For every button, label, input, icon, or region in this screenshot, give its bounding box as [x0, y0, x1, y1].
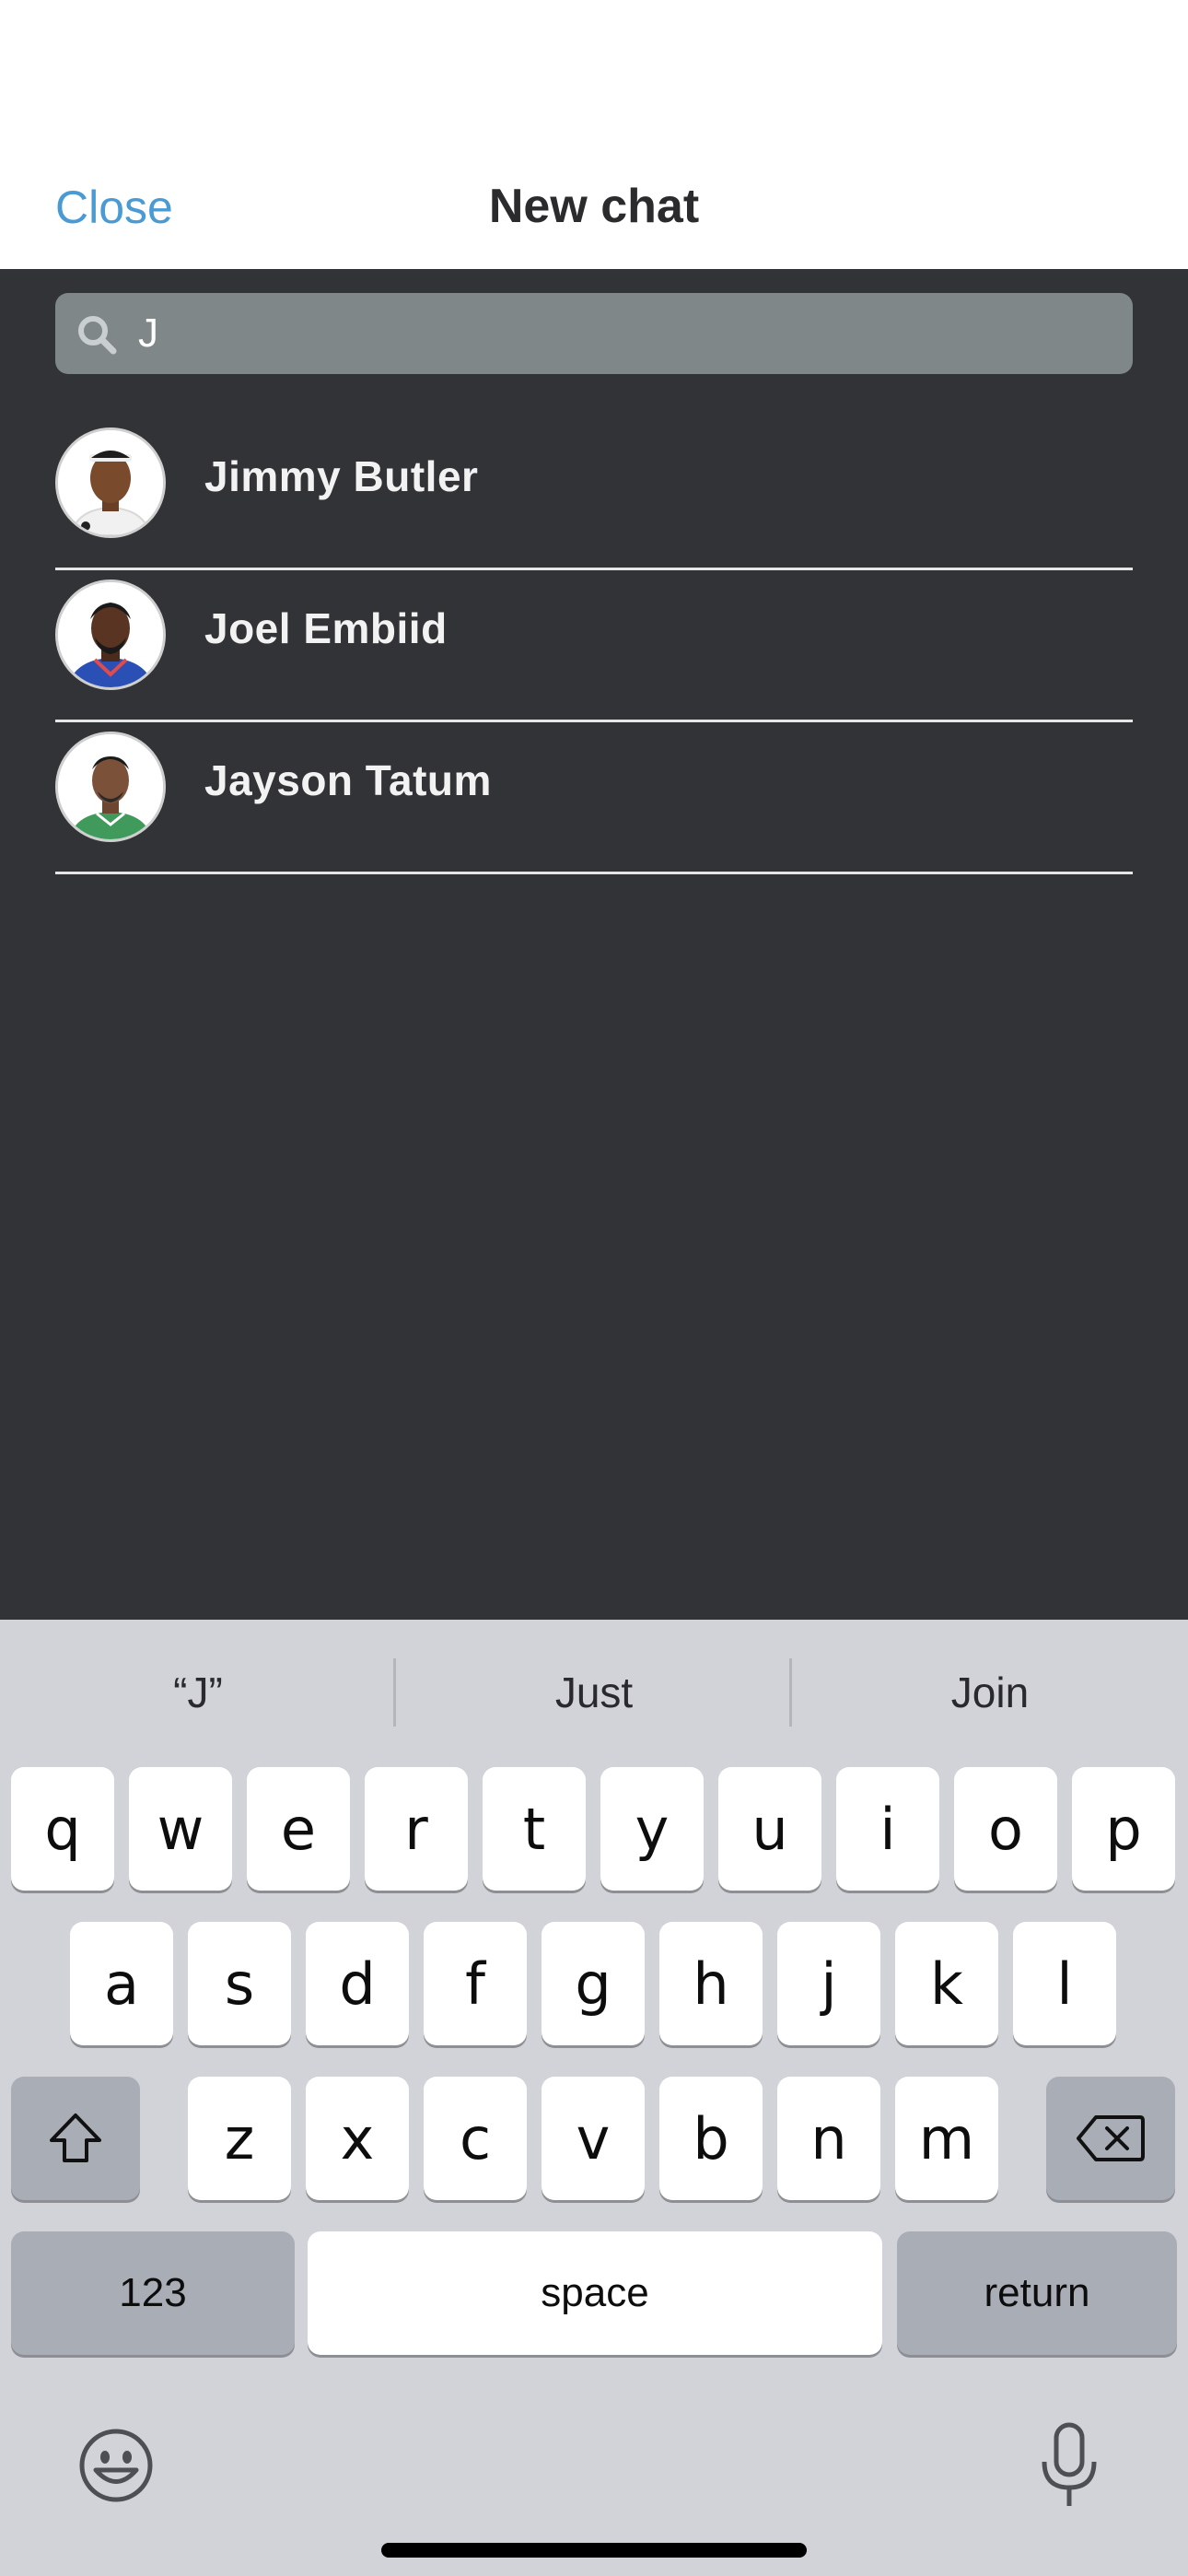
key-w[interactable]: w	[129, 1767, 232, 1891]
key-q[interactable]: q	[11, 1767, 114, 1891]
key-l[interactable]: l	[1013, 1922, 1116, 2045]
return-key[interactable]: return	[897, 2231, 1177, 2355]
home-indicator	[381, 2543, 807, 2558]
numbers-key[interactable]: 123	[11, 2231, 295, 2355]
key-h[interactable]: h	[659, 1922, 763, 2045]
suggestion-quoted[interactable]: “J”	[14, 1668, 382, 1717]
key-t[interactable]: t	[483, 1767, 586, 1891]
key-n[interactable]: n	[777, 2077, 880, 2200]
contact-row[interactable]: Jayson Tatum	[55, 722, 1133, 874]
shift-icon	[50, 2113, 101, 2162]
contact-name: Jayson Tatum	[204, 756, 492, 804]
key-b[interactable]: b	[659, 2077, 763, 2200]
key-z[interactable]: z	[188, 2077, 291, 2200]
key-o[interactable]: o	[954, 1767, 1057, 1891]
key-e[interactable]: e	[247, 1767, 350, 1891]
microphone-icon[interactable]	[1037, 2421, 1101, 2510]
suggestion-join[interactable]: Join	[806, 1668, 1174, 1717]
key-m[interactable]: m	[895, 2077, 998, 2200]
key-a[interactable]: a	[70, 1922, 173, 2045]
key-d[interactable]: d	[306, 1922, 409, 2045]
key-x[interactable]: x	[306, 2077, 409, 2200]
nav-header: Close New chat	[0, 0, 1188, 269]
key-v[interactable]: v	[542, 2077, 645, 2200]
backspace-icon	[1077, 2115, 1145, 2161]
emoji-icon[interactable]	[77, 2427, 155, 2504]
key-g[interactable]: g	[542, 1922, 645, 2045]
space-key[interactable]: space	[308, 2231, 882, 2355]
key-j[interactable]: j	[777, 1922, 880, 2045]
key-y[interactable]: y	[600, 1767, 704, 1891]
search-bar[interactable]	[55, 293, 1133, 374]
keyboard: “J” Just Join q w e r t y u i o p a s d …	[0, 1620, 1188, 2576]
key-r[interactable]: r	[365, 1767, 468, 1891]
suggestion-divider	[393, 1658, 396, 1727]
key-k[interactable]: k	[895, 1922, 998, 2045]
avatar	[55, 427, 166, 538]
search-icon	[78, 316, 117, 355]
page-title: New chat	[488, 180, 700, 233]
suggestion-divider	[789, 1658, 792, 1727]
key-s[interactable]: s	[188, 1922, 291, 2045]
key-c[interactable]: c	[424, 2077, 527, 2200]
key-i[interactable]: i	[836, 1767, 939, 1891]
shift-key[interactable]	[11, 2077, 140, 2200]
key-u[interactable]: u	[718, 1767, 821, 1891]
suggestion-just[interactable]: Just	[410, 1668, 778, 1717]
contact-row[interactable]: Jimmy Butler	[55, 418, 1133, 570]
contact-row[interactable]: Joel Embiid	[55, 570, 1133, 722]
contact-name: Joel Embiid	[204, 604, 448, 652]
contact-picker: Jimmy Butler Joel Embiid	[0, 269, 1188, 1620]
avatar-image	[58, 582, 163, 687]
avatar-image	[58, 734, 163, 839]
avatar	[55, 580, 166, 690]
backspace-key[interactable]	[1046, 2077, 1175, 2200]
key-p[interactable]: p	[1072, 1767, 1175, 1891]
key-f[interactable]: f	[424, 1922, 527, 2045]
avatar-image	[58, 430, 163, 535]
avatar	[55, 732, 166, 842]
contact-name: Jimmy Butler	[204, 452, 479, 500]
search-input[interactable]	[138, 293, 1114, 374]
